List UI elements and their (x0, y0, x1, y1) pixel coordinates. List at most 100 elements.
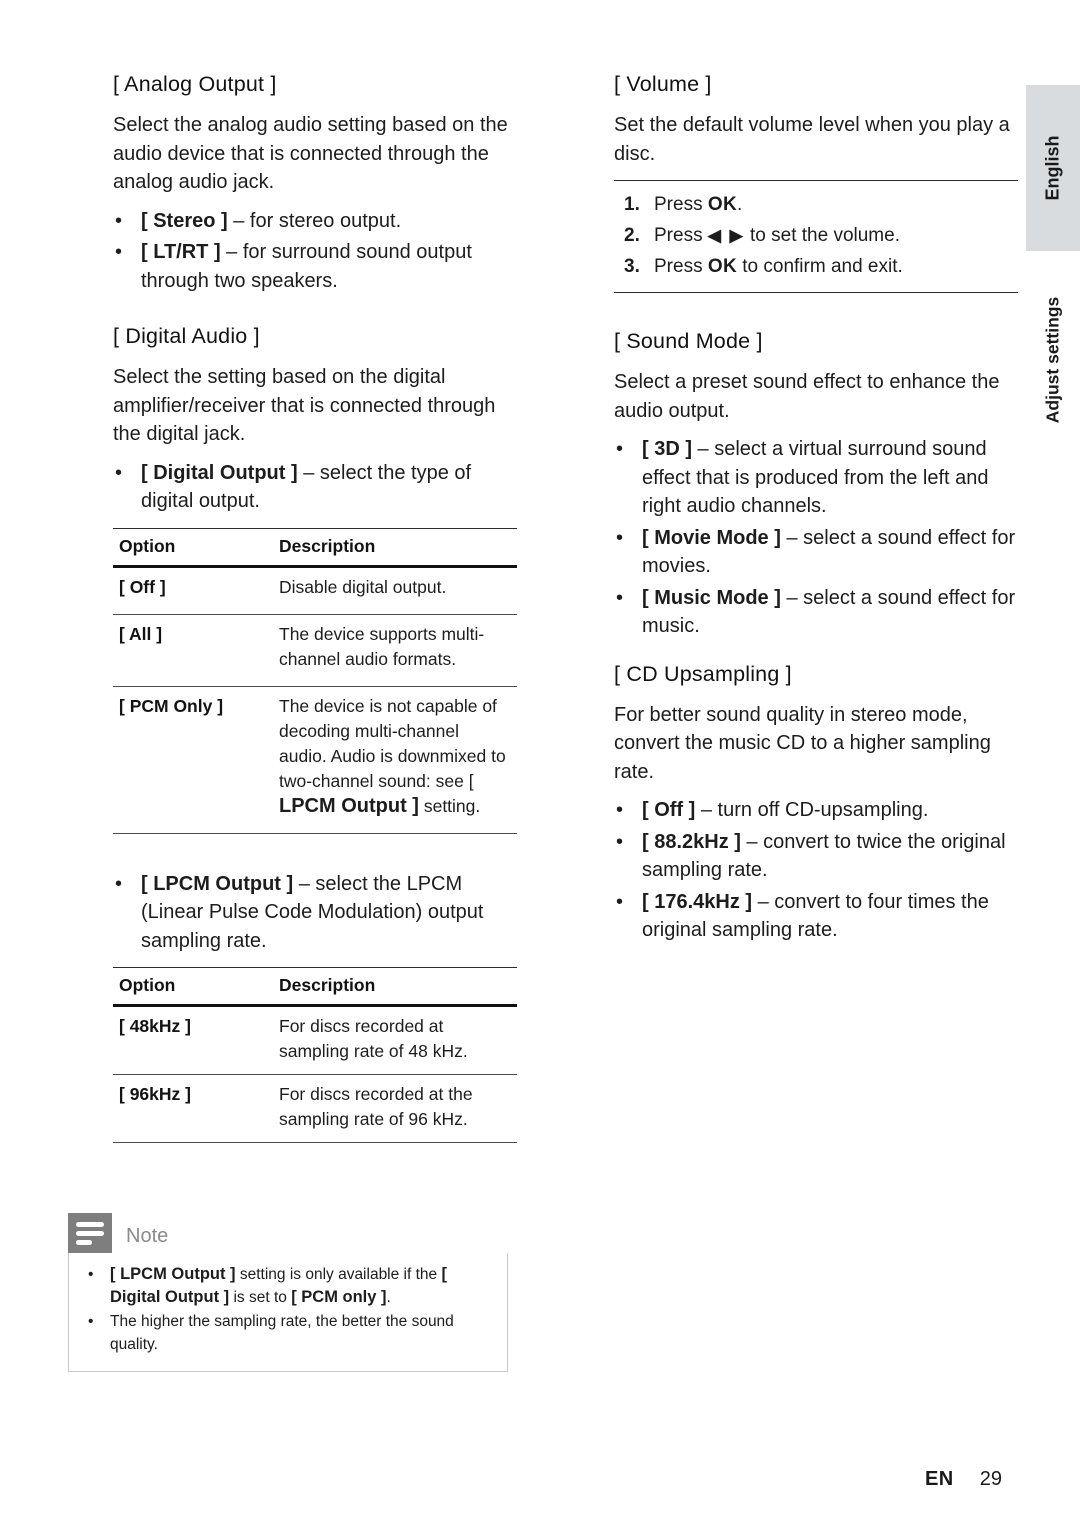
list-item: • [ Off ] – turn off CD-upsampling. (614, 796, 1018, 825)
list-item: 3. Press OK to confirm and exit. (614, 251, 1018, 282)
section-heading-cd-upsampling: [ CD Upsampling ] (614, 661, 792, 686)
note-text: The higher the sampling rate, the better… (110, 1313, 454, 1353)
bullet-dot-icon: • (616, 890, 624, 913)
table-row: [ PCM Only ] The device is not capable o… (113, 686, 517, 834)
list-item: • [ Music Mode ] – select a sound effect… (614, 584, 1018, 641)
table-row: [ Off ] Disable digital output. (113, 566, 517, 615)
bullet-dot-icon: • (115, 209, 123, 232)
note-body: • [ LPCM Output ] setting is only availab… (68, 1253, 508, 1372)
ok-button-key: OK (707, 194, 737, 215)
option-term: [ Movie Mode ] (642, 526, 781, 549)
digital-output-bullet-list: • [ Digital Output ] – select the type o… (113, 459, 517, 516)
left-right-arrow-keys-icon: ◀ ▶ (707, 226, 745, 245)
list-item: • [ 3D ] – select a virtual surround sou… (614, 435, 1018, 521)
bullet-dot-icon: • (616, 438, 624, 460)
option-term: [ Stereo ] (141, 209, 228, 232)
option-desc: – for stereo output. (227, 209, 402, 232)
ok-button-key: OK (707, 256, 737, 277)
footer-page-number: 29 (979, 1468, 1002, 1490)
chapter-tab-adjust-settings: Adjust settings (1026, 285, 1080, 435)
list-item: 1. Press OK. (614, 189, 1018, 220)
column-header-option: Option (113, 527, 273, 568)
language-tab-label: English (1042, 135, 1063, 201)
option-term: [ 176.4kHz ] (642, 890, 753, 913)
manual-page: [ Analog Output ] Select the analog audi… (0, 0, 1080, 1527)
note-header: Note (68, 1213, 508, 1253)
step-text-post: to confirm and exit. (736, 256, 903, 277)
cell-description: The device is not capable of decoding mu… (273, 686, 517, 834)
cell-description-pre: The device is not capable of decoding mu… (279, 695, 506, 791)
note-text: setting is only available if the (235, 1266, 442, 1283)
cell-description-emphasis: LPCM Output ] (279, 794, 419, 817)
note-icon-line (76, 1222, 104, 1227)
section-heading-sound-mode: [ Sound Mode ] (614, 329, 763, 353)
list-item: • [ Stereo ] – for stereo output. (113, 207, 517, 236)
note-title: Note (126, 1225, 169, 1247)
step-text-post: . (736, 194, 743, 215)
option-term: [ 88.2kHz ] (642, 830, 741, 853)
note-list: • [ LPCM Output ] setting is only availab… (83, 1263, 493, 1356)
sound-mode-intro: Select a preset sound effect to enhance … (614, 371, 1000, 422)
table-header-row: Option Description (113, 527, 517, 568)
language-tab-english: English (1026, 85, 1080, 251)
cell-description: For discs recorded at the sampling rate … (273, 1074, 517, 1143)
note-emphasis: [ LPCM Output ] (110, 1265, 236, 1283)
list-item: • [ Digital Output ] – select the type o… (113, 459, 517, 516)
list-item: • [ 88.2kHz ] – convert to twice the ori… (614, 828, 1018, 885)
volume-steps-block: 1. Press OK. 2. Press ◀ ▶ to set the vol… (614, 180, 1018, 293)
bullet-dot-icon: • (115, 241, 123, 263)
column-header-option: Option (113, 967, 273, 1007)
cell-description: For discs recorded at sampling rate of 4… (273, 1005, 517, 1075)
volume-steps-list: 1. Press OK. 2. Press ◀ ▶ to set the vol… (614, 189, 1018, 282)
cell-option: [ Off ] (113, 566, 273, 615)
column-header-description: Description (273, 527, 517, 568)
note-lines-icon (68, 1213, 112, 1253)
cd-upsampling-bullet-list: • [ Off ] – turn off CD-upsampling. • [ … (614, 796, 1018, 945)
step-text-post: to set the volume. (744, 225, 900, 246)
list-item: • [ LPCM Output ] setting is only availab… (83, 1263, 493, 1309)
cell-description: Disable digital output. (273, 566, 517, 615)
list-item: • [ 176.4kHz ] – convert to four times t… (614, 888, 1018, 945)
analog-output-bullet-list: • [ Stereo ] – for stereo output. • [ LT… (113, 207, 517, 296)
step-number: 2. (624, 225, 640, 246)
section-heading-analog-output: [ Analog Output ] (113, 72, 277, 96)
step-number: 1. (624, 194, 640, 215)
bullet-dot-icon: • (616, 586, 624, 609)
step-text-pre: Press (654, 225, 708, 246)
option-term: [ Off ] (642, 799, 696, 821)
list-item: • [ LT/RT ] – for surround sound output … (113, 238, 517, 295)
option-term: [ LT/RT ] (141, 241, 221, 263)
table-row: [ All ] The device supports multi-channe… (113, 614, 517, 687)
bullet-dot-icon: • (88, 1266, 94, 1283)
sound-mode-bullet-list: • [ 3D ] – select a virtual surround sou… (614, 435, 1018, 641)
left-column: [ Analog Output ] Select the analog audi… (113, 72, 517, 1143)
cd-upsampling-intro: For better sound quality in stereo mode,… (614, 703, 991, 783)
table-header-row: Option Description (113, 967, 517, 1007)
list-item: • The higher the sampling rate, the bette… (83, 1310, 493, 1356)
table-digital-output: Option Description [ Off ] Disable digit… (113, 527, 517, 834)
volume-intro: Set the default volume level when you pl… (614, 114, 1010, 165)
page-footer: EN 29 (925, 1468, 1002, 1491)
right-column: [ Volume ] Set the default volume level … (614, 72, 1018, 948)
cell-option: [ 96kHz ] (113, 1074, 273, 1143)
list-item: • [ LPCM Output ] – select the LPCM (Lin… (113, 870, 517, 956)
note-icon-line (76, 1240, 92, 1245)
cell-option: [ 48kHz ] (113, 1005, 273, 1075)
bullet-dot-icon: • (616, 799, 624, 821)
bullet-dot-icon: • (88, 1313, 94, 1330)
option-term: [ 3D ] (642, 438, 692, 460)
cell-option: [ PCM Only ] (113, 686, 273, 834)
list-item: • [ Movie Mode ] – select a sound effect… (614, 524, 1018, 581)
note-text: is set to (229, 1289, 292, 1306)
cell-description: The device supports multi-channel audio … (273, 614, 517, 687)
table-row: [ 96kHz ] For discs recorded at the samp… (113, 1074, 517, 1143)
step-number: 3. (624, 256, 640, 277)
option-desc: – turn off CD-upsampling. (695, 799, 929, 821)
footer-language-code: EN (924, 1468, 954, 1490)
note-icon-line (76, 1231, 104, 1236)
option-term: [ Digital Output ] (141, 461, 298, 484)
step-text-pre: Press (654, 256, 708, 277)
table-lpcm-output: Option Description [ 48kHz ] For discs r… (113, 967, 517, 1143)
